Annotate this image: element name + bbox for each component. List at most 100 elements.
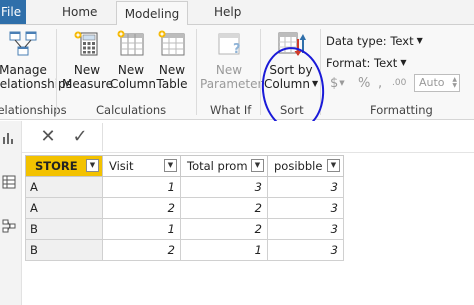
column-header-visit[interactable]: Visit ▼: [102, 155, 181, 177]
table-row: B 1 2 3: [25, 218, 344, 240]
sort-by-column-icon: [278, 32, 306, 56]
tab-help[interactable]: Help: [214, 0, 241, 24]
new-measure-button[interactable]: New Measure: [62, 29, 113, 91]
chevron-down-icon: ▼: [400, 58, 407, 67]
check-icon: ✓: [72, 126, 88, 147]
new-parameter-label-2: Parameter: [200, 77, 263, 91]
report-view-icon[interactable]: [2, 131, 16, 145]
new-parameter-label-1: New: [215, 63, 243, 77]
new-column-label-1: New: [117, 63, 145, 77]
parameter-icon: ?: [218, 33, 241, 57]
manage-relationships-label-2: Relationships: [0, 77, 72, 91]
data-view-icon[interactable]: [2, 175, 16, 189]
table-cell[interactable]: 1: [180, 239, 268, 261]
group-separator: [260, 29, 261, 115]
table-cell[interactable]: A: [25, 197, 103, 219]
formula-bar-divider: [102, 123, 103, 151]
svg-text:?: ?: [233, 42, 241, 57]
manage-relationships-label-1: Manage: [0, 63, 47, 77]
sort-group-label: Sort: [280, 103, 304, 117]
chevron-down-icon[interactable]: ▼: [164, 159, 177, 172]
new-parameter-button[interactable]: ? New Parameter: [200, 29, 263, 91]
data-type-dropdown[interactable]: Data type: Text ▼: [326, 34, 423, 48]
new-column-icon: [117, 30, 144, 56]
format-label: Format: Text: [326, 56, 398, 70]
table-cell[interactable]: 2: [180, 197, 268, 219]
column-header-posibble[interactable]: posibble ▼: [267, 155, 344, 177]
data-type-label: Data type: Text: [326, 34, 414, 48]
tab-home[interactable]: Home: [62, 0, 97, 24]
decimal-places-input[interactable]: Auto ▲ ▼: [414, 74, 460, 92]
relationships-icon: [9, 31, 37, 56]
new-column-label-2: Column: [110, 77, 156, 91]
table-row: A 2 2 3: [25, 197, 344, 219]
view-switcher-rail: [0, 121, 22, 305]
table-header-row: STORE ▼ Visit ▼ Total prom ▼ posibble ▼: [25, 155, 344, 177]
chevron-down-icon: ▼: [339, 79, 345, 87]
ribbon: Manage Relationships Relationships New M…: [0, 24, 474, 135]
column-header-store[interactable]: STORE ▼: [25, 155, 103, 177]
table-cell[interactable]: 3: [267, 176, 344, 198]
currency-button[interactable]: $▼: [330, 76, 345, 91]
table-cell[interactable]: 1: [102, 176, 181, 198]
ribbon-tab-bar: File Home Modeling Help: [0, 0, 474, 25]
table-cell[interactable]: 3: [267, 239, 344, 261]
decimal-places-value: Auto: [419, 76, 445, 89]
sort-by-column-button[interactable]: Sort by Column ▼: [264, 29, 318, 91]
manage-relationships-button[interactable]: Manage Relationships: [0, 29, 72, 91]
table-cell[interactable]: B: [25, 218, 103, 240]
new-measure-label-2: Measure: [62, 77, 113, 91]
new-table-label-1: New: [158, 63, 186, 77]
power-bi-window: File Home Modeling Help Manage Relations…: [0, 0, 474, 305]
percent-button[interactable]: %: [358, 76, 370, 91]
column-header-label: Visit: [109, 159, 134, 173]
new-measure-label-1: New: [73, 63, 101, 77]
formatting-group-label: Formatting: [370, 103, 433, 117]
decimal-icon: .00: [392, 78, 407, 88]
chevron-down-icon[interactable]: ▼: [251, 159, 264, 172]
group-separator: [196, 29, 197, 115]
tab-modeling[interactable]: Modeling: [116, 1, 188, 25]
spin-arrows-icon[interactable]: ▲ ▼: [452, 77, 457, 89]
new-table-icon: [158, 30, 185, 56]
commit-formula-button[interactable]: ✓: [68, 125, 92, 149]
table-cell[interactable]: A: [25, 176, 103, 198]
chevron-down-icon[interactable]: ▼: [86, 159, 99, 172]
column-header-label: posibble: [274, 159, 323, 173]
column-header-label: Total prom: [187, 159, 248, 173]
close-icon: ✕: [40, 126, 56, 147]
data-table: STORE ▼ Visit ▼ Total prom ▼ posibble ▼: [25, 155, 344, 261]
formula-bar: ✕ ✓: [22, 121, 474, 153]
table-cell[interactable]: 2: [102, 197, 181, 219]
calculations-group-label: Calculations: [96, 103, 167, 117]
cancel-formula-button[interactable]: ✕: [36, 125, 60, 149]
new-table-label-2: Table: [156, 77, 188, 91]
model-view-icon[interactable]: [2, 219, 16, 233]
tab-file[interactable]: File: [0, 0, 26, 24]
sort-by-column-label-1: Sort by: [269, 63, 313, 77]
new-column-button[interactable]: New Column: [110, 29, 156, 91]
table-cell[interactable]: 3: [267, 197, 344, 219]
table-cell[interactable]: 3: [180, 176, 268, 198]
whatif-group-label: What If: [210, 103, 252, 117]
comma-button[interactable]: ,: [378, 76, 382, 91]
currency-icon: $: [330, 76, 339, 91]
column-header-label: STORE: [35, 159, 78, 173]
group-separator: [320, 29, 321, 115]
group-separator: [56, 29, 57, 115]
sort-by-column-label-2: Column ▼: [264, 77, 318, 91]
column-header-total-prom[interactable]: Total prom ▼: [180, 155, 268, 177]
table-cell[interactable]: B: [25, 239, 103, 261]
sort-by-column-label-text: Column: [264, 77, 310, 91]
table-cell[interactable]: 2: [102, 239, 181, 261]
decimal-button[interactable]: .00: [392, 78, 406, 88]
new-table-button[interactable]: New Table: [152, 29, 192, 91]
table-cell[interactable]: 3: [267, 218, 344, 240]
table-cell[interactable]: 2: [180, 218, 268, 240]
chevron-down-icon: ▼: [416, 36, 423, 45]
format-dropdown[interactable]: Format: Text ▼: [326, 56, 406, 70]
chevron-down-icon[interactable]: ▼: [327, 159, 340, 172]
table-cell[interactable]: 1: [102, 218, 181, 240]
calculator-icon: [74, 31, 98, 56]
table-row: A 1 3 3: [25, 176, 344, 198]
